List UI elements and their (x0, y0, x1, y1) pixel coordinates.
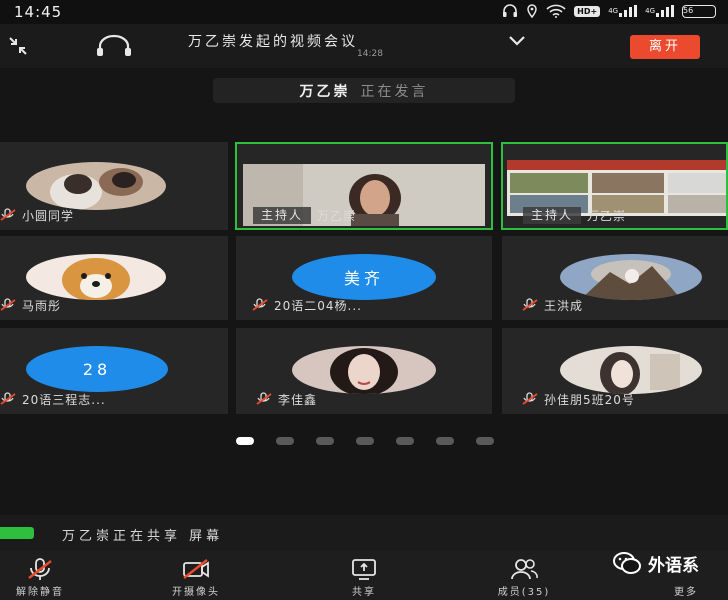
speaker-name: 万乙崇 (299, 83, 351, 100)
participant-tile[interactable]: 马雨彤 (0, 236, 228, 320)
camera-off-icon (183, 559, 209, 579)
mic-muted-icon (256, 392, 272, 405)
participant-name: 20语二04杨... (274, 298, 362, 313)
host-badge: 主持人 (253, 206, 312, 224)
meeting-duration: 14:28 (357, 49, 383, 59)
participant-label: 20语三程志... (0, 390, 106, 408)
participant-name: 万乙崇 (317, 208, 357, 223)
participant-label: 王洪成 (522, 296, 583, 314)
avatar (292, 346, 436, 394)
signal-2-icon: 4G (645, 4, 674, 18)
participant-name: 李佳鑫 (278, 392, 318, 407)
avatar (560, 254, 702, 300)
avatar (560, 346, 702, 394)
participant-name: 20语三程志... (22, 392, 106, 407)
minimize-icon[interactable] (6, 34, 30, 58)
mic-muted-icon (0, 298, 16, 311)
screen-share-icon (0, 527, 34, 539)
headphones-status-icon (502, 4, 518, 18)
screen-share-banner[interactable]: 万乙崇正在共享 屏幕 (0, 515, 728, 551)
page-indicator[interactable] (236, 437, 494, 445)
battery-icon: 56 (682, 4, 716, 18)
participant-name: 马雨彤 (22, 298, 62, 313)
leave-button[interactable]: 离开 (630, 35, 700, 59)
status-icons: HD+ 4G 4G 56 (502, 4, 716, 18)
wechat-icon (613, 552, 641, 574)
participant-name: 小圆同学 (22, 208, 75, 223)
watermark-text: 外语系 (648, 555, 699, 576)
avatar: 28 (26, 346, 168, 392)
mic-muted-icon (522, 392, 538, 405)
participant-tile-share[interactable]: 主持人 万乙崇 (501, 142, 728, 230)
more-label: 更多 (674, 587, 698, 598)
location-status-icon (526, 4, 538, 18)
mic-muted-icon (252, 298, 268, 311)
unmute-label: 解除静音 (16, 587, 64, 598)
avatar: 美齐 (292, 254, 436, 300)
page-dot[interactable] (276, 437, 294, 445)
hd-badge: HD+ (574, 5, 601, 17)
meeting-header: 万乙崇发起的视频会议 14:28 离开 (0, 24, 728, 68)
page-dot[interactable] (476, 437, 494, 445)
watermark: 外语系 (612, 548, 699, 578)
participant-label: 主持人 万乙崇 (253, 206, 356, 224)
camera-label: 开摄像头 (172, 587, 220, 598)
page-dot[interactable] (396, 437, 414, 445)
wifi-icon (546, 4, 566, 18)
signal-1-label: 4G (608, 7, 619, 15)
page-dot[interactable] (236, 437, 254, 445)
participant-label: 马雨彤 (0, 296, 61, 314)
page-dot[interactable] (436, 437, 454, 445)
participant-tile[interactable]: 王洪成 (502, 236, 728, 320)
signal-1-icon: 4G (608, 4, 638, 18)
avatar (26, 254, 166, 300)
participant-label: 20语二04杨... (252, 296, 362, 314)
members-button[interactable]: 成员(35) (474, 551, 574, 600)
participant-tile[interactable]: 28 20语三程志... (0, 328, 228, 414)
participant-tile[interactable]: 李佳鑫 (236, 328, 492, 414)
unmute-button[interactable]: 解除静音 (0, 551, 90, 600)
participant-label: 李佳鑫 (256, 390, 317, 408)
status-time: 14:45 (14, 3, 63, 21)
signal-2-label: 4G (645, 7, 655, 15)
mic-muted-icon (522, 298, 538, 311)
participant-label: 小圆同学 (0, 206, 74, 224)
status-bar: 14:45 HD+ 4G 4G 56 (0, 0, 728, 24)
mic-muted-icon (28, 558, 52, 580)
share-button[interactable]: 共享 (314, 551, 414, 600)
participant-label: 主持人 万乙崇 (523, 206, 626, 224)
page-dot[interactable] (356, 437, 374, 445)
members-label: 成员(35) (497, 587, 551, 598)
participant-tile[interactable]: 小圆同学 (0, 142, 228, 230)
share-label: 共享 (352, 587, 376, 598)
share-screen-icon (352, 559, 376, 580)
screen-share-text: 万乙崇正在共享 屏幕 (62, 529, 224, 544)
participant-name: 孙佳朋5班20号 (544, 392, 635, 407)
active-speaker-indicator: 万乙崇 正在发言 (213, 78, 515, 103)
mic-muted-icon (0, 392, 16, 405)
camera-button[interactable]: 开摄像头 (146, 551, 246, 600)
participant-name: 王洪成 (544, 298, 584, 313)
audio-output-icon[interactable] (92, 33, 136, 59)
participant-tile-video[interactable]: 主持人 万乙崇 (235, 142, 493, 230)
avatar (26, 162, 166, 210)
participant-tile[interactable]: 美齐 20语二04杨... (236, 236, 492, 320)
meeting-title[interactable]: 万乙崇发起的视频会议 (188, 31, 358, 51)
participant-name: 万乙崇 (587, 208, 627, 223)
members-icon (511, 559, 538, 580)
participant-label: 孙佳朋5班20号 (522, 390, 635, 408)
speaker-status: 正在发言 (360, 83, 429, 100)
page-dot[interactable] (316, 437, 334, 445)
participant-tile[interactable]: 孙佳朋5班20号 (502, 328, 728, 414)
host-badge: 主持人 (523, 206, 582, 224)
mic-muted-icon (0, 208, 16, 221)
chevron-down-icon[interactable] (506, 33, 528, 49)
